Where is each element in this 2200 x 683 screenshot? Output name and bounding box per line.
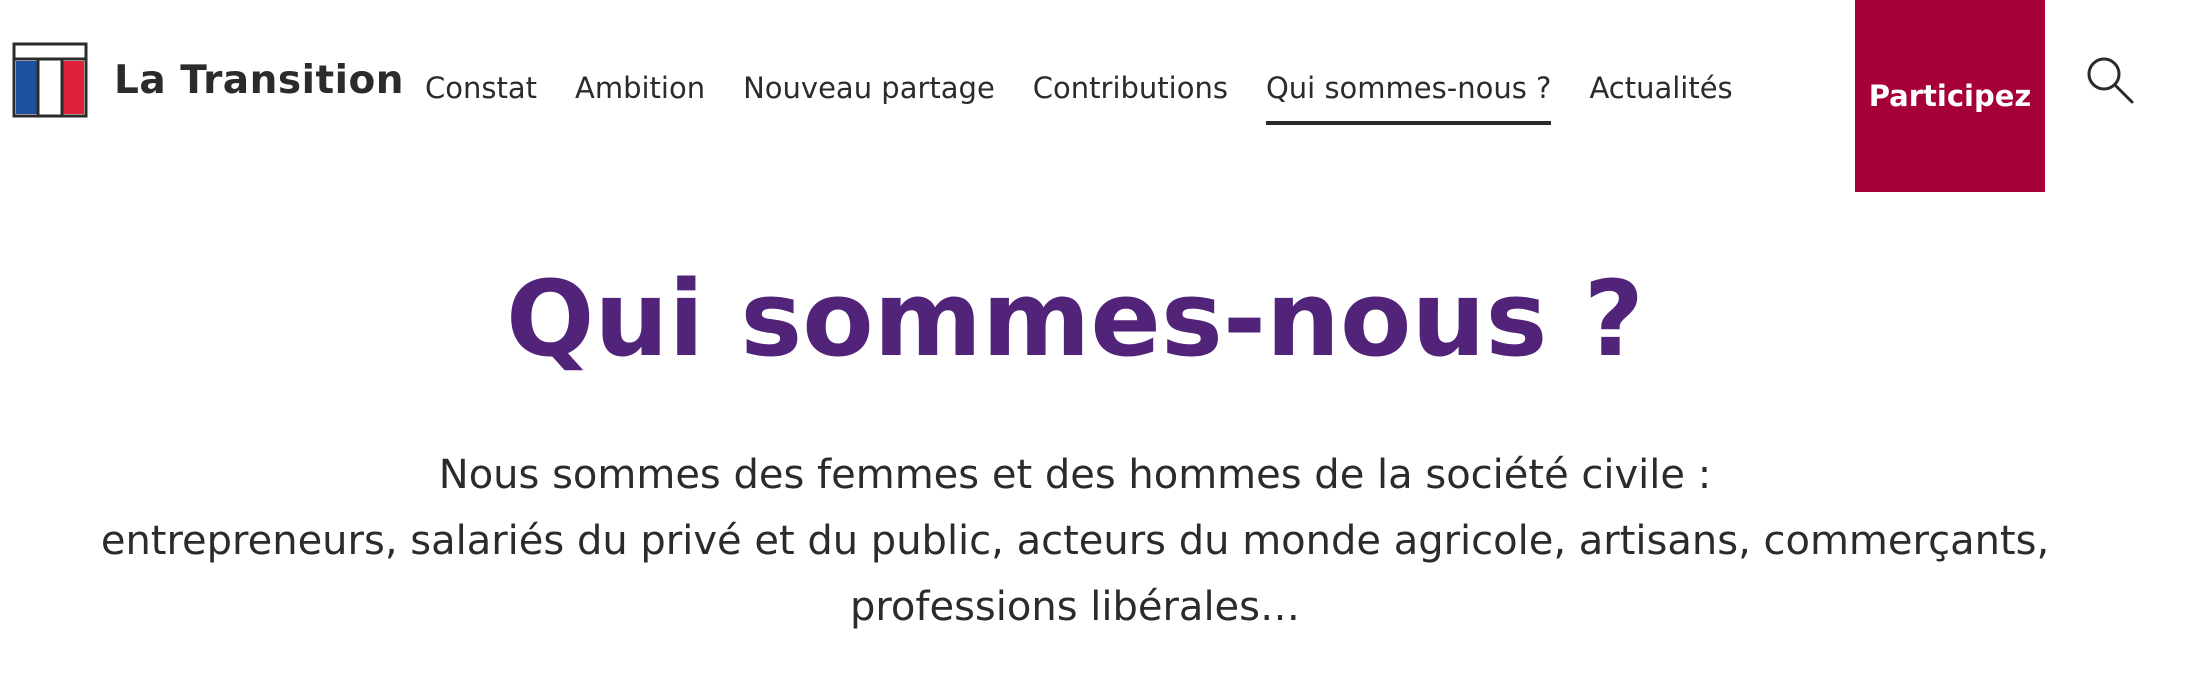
nav-item-actualites[interactable]: Actualités (1589, 71, 1732, 105)
site-header: La Transition Constat Ambition Nouveau p… (0, 0, 2200, 192)
site-logo-link[interactable]: La Transition (12, 42, 404, 118)
main-nav: Constat Ambition Nouveau partage Contrib… (425, 0, 1771, 176)
participez-button[interactable]: Participez (1855, 0, 2045, 192)
search-icon[interactable] (2082, 52, 2138, 108)
nav-item-ambition[interactable]: Ambition (575, 71, 705, 105)
intro-line: entrepreneurs, salariés du privé et du p… (100, 518, 2050, 564)
intro-line: professions libérales… (849, 584, 1301, 630)
page-title: Qui sommes-nous ? (506, 258, 1644, 380)
intro-line: Nous sommes des femmes et des hommes de … (438, 452, 1712, 498)
site-title: La Transition (114, 57, 405, 103)
nav-item-qui-sommes-nous[interactable]: Qui sommes-nous ? (1265, 71, 1552, 125)
nav-item-contributions[interactable]: Contributions (1033, 71, 1228, 105)
logo-icon (12, 42, 88, 118)
intro-text: Nous sommes des femmes et des hommes de … (0, 442, 2150, 640)
nav-item-constat[interactable]: Constat (425, 71, 537, 105)
nav-item-nouveau-partage[interactable]: Nouveau partage (743, 71, 995, 105)
